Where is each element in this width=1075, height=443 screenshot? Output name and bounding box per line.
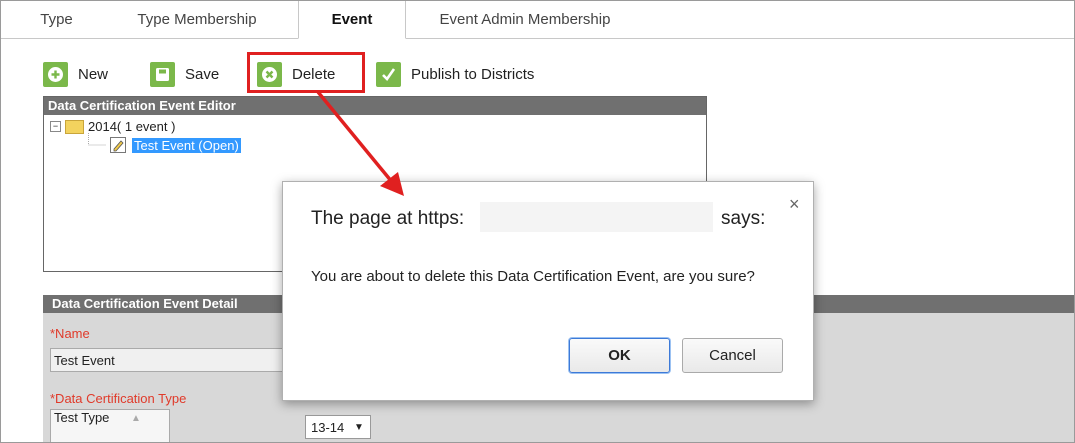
- dialog-title-suffix: says:: [721, 208, 766, 229]
- year-select[interactable]: 13-14 ▼: [305, 415, 371, 439]
- redacted-url: [480, 202, 713, 232]
- tree-node-test-event[interactable]: Test Event (Open): [110, 137, 241, 153]
- type-option[interactable]: Test Type: [54, 410, 109, 425]
- application-frame: Type Type Membership Event Event Admin M…: [0, 0, 1075, 443]
- scroll-up-icon[interactable]: ▲: [131, 413, 141, 424]
- tab-bar: Type Type Membership Event Event Admin M…: [1, 1, 1074, 39]
- tab-event[interactable]: Event: [298, 1, 406, 39]
- dialog-message: You are about to delete this Data Certif…: [311, 268, 755, 285]
- close-icon[interactable]: ×: [789, 194, 800, 215]
- selected-node-label: Test Event (Open): [132, 137, 241, 153]
- delete-highlight-box: [247, 52, 365, 93]
- year-select-value: 13-14: [311, 420, 345, 435]
- chevron-down-icon: ▼: [354, 422, 364, 433]
- cancel-button[interactable]: Cancel: [682, 338, 783, 373]
- collapse-icon[interactable]: −: [50, 121, 61, 132]
- save-icon: [150, 61, 175, 87]
- tab-type-membership[interactable]: Type Membership: [127, 1, 267, 38]
- edit-document-icon: [110, 137, 126, 153]
- name-label: *Name: [50, 326, 90, 341]
- ok-button[interactable]: OK: [569, 338, 670, 373]
- editor-panel-title: Data Certification Event Editor: [44, 97, 706, 115]
- new-button[interactable]: New: [43, 57, 108, 91]
- plus-icon: [43, 61, 68, 87]
- tab-type[interactable]: Type: [29, 1, 84, 38]
- save-button-label: Save: [185, 65, 220, 83]
- name-field[interactable]: Test Event: [50, 348, 290, 372]
- folder-label: 2014( 1 event ): [88, 119, 176, 134]
- publish-to-districts-button[interactable]: Publish to Districts: [376, 57, 534, 91]
- tab-event-admin-membership[interactable]: Event Admin Membership: [419, 1, 631, 38]
- dialog-title-prefix: The page at https:: [311, 208, 465, 229]
- folder-icon: [65, 119, 84, 134]
- publish-button-label: Publish to Districts: [411, 65, 535, 83]
- checkmark-icon: [376, 61, 401, 87]
- save-button[interactable]: Save: [150, 57, 219, 91]
- confirm-dialog: The page at https: says: × You are about…: [282, 181, 814, 401]
- type-label: *Data Certification Type: [50, 391, 187, 406]
- new-button-label: New: [78, 65, 109, 83]
- tree-folder-2014[interactable]: − 2014( 1 event ): [50, 119, 175, 134]
- type-listbox[interactable]: Test Type ▲: [50, 409, 170, 442]
